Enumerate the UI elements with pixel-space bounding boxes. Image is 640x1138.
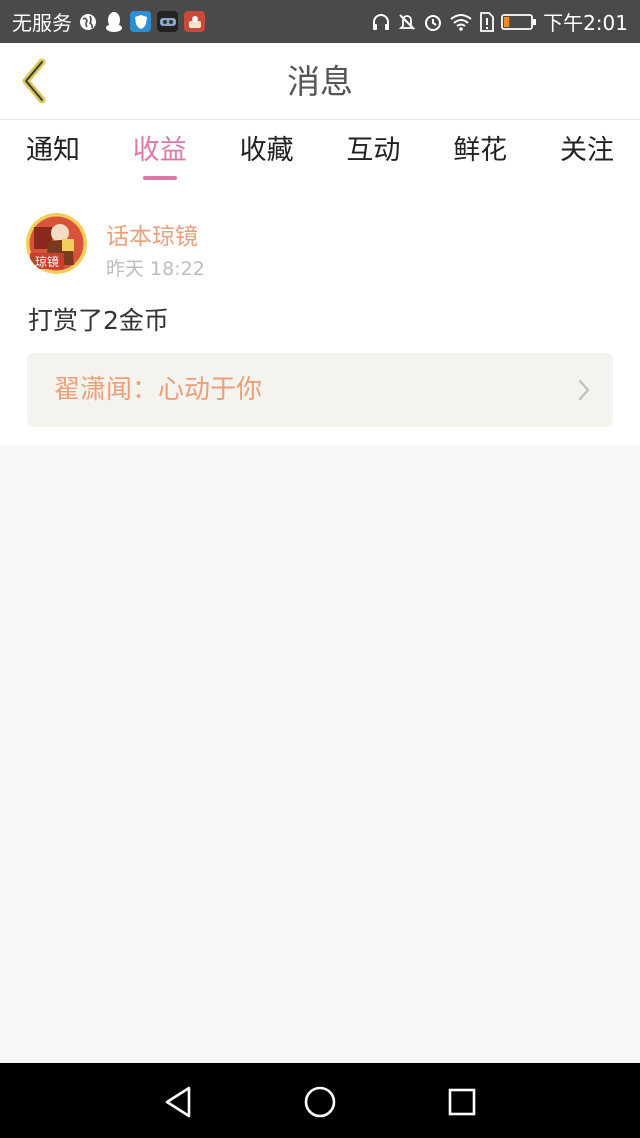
chevron-right-icon: [578, 379, 590, 401]
nav-home-button[interactable]: [300, 1082, 340, 1122]
header: 消息: [0, 43, 640, 120]
tab-flowers[interactable]: 鲜花: [453, 120, 507, 186]
navigation-bar: [0, 1063, 640, 1138]
tab-label: 收藏: [239, 135, 294, 166]
mute-icon: [397, 12, 417, 32]
headphones-icon: [371, 12, 391, 32]
clock-text: 下午2:01: [543, 11, 628, 35]
active-tab-indicator: [142, 176, 177, 180]
tab-label: 通知: [26, 135, 80, 166]
referenced-content-title: 翟潇闻：心动于你: [54, 375, 263, 405]
tab-favorites[interactable]: 收藏: [240, 120, 294, 186]
wifi-icon: [449, 13, 473, 31]
back-triangle-icon: [165, 1086, 191, 1118]
shield-app-icon: [130, 11, 151, 32]
globe-icon: [78, 12, 98, 32]
message-time: 昨天 18:22: [106, 258, 205, 280]
tab-label: 收益: [132, 135, 187, 166]
status-bar: 无服务 下午2:01: [0, 0, 640, 43]
cake-app-icon: [184, 11, 205, 32]
avatar-badge-text: 琼镜: [35, 254, 59, 269]
qq-penguin-icon: [104, 11, 124, 33]
alarm-icon: [423, 12, 443, 32]
recents-square-icon: [448, 1088, 476, 1116]
sim-alert-icon: [479, 11, 495, 32]
tab-label: 关注: [559, 135, 614, 166]
tab-label: 互动: [346, 135, 401, 166]
tab-follows[interactable]: 关注: [560, 120, 614, 186]
carrier-text: 无服务: [12, 11, 72, 35]
home-circle-icon: [304, 1086, 336, 1118]
page-title: 消息: [287, 62, 353, 101]
battery-icon: [501, 13, 537, 31]
tab-bar: 通知 收益 收藏 互动 鲜花 关注: [0, 120, 640, 186]
tab-label: 鲜花: [453, 135, 508, 166]
referenced-content-link[interactable]: 翟潇闻：心动于你: [27, 353, 613, 427]
avatar[interactable]: 琼镜: [26, 213, 87, 274]
tab-notifications[interactable]: 通知: [26, 120, 80, 186]
message-card: 琼镜 话本琼镜 昨天 18:22 打赏了2金币 翟潇闻：心动于你: [0, 186, 640, 445]
game-app-icon: [157, 11, 178, 32]
nav-recents-button[interactable]: [442, 1082, 482, 1122]
tab-earnings[interactable]: 收益: [133, 120, 187, 186]
sender-name[interactable]: 话本琼镜: [106, 217, 198, 251]
tab-interactions[interactable]: 互动: [346, 120, 400, 186]
nav-back-button[interactable]: [158, 1082, 198, 1122]
message-text: 打赏了2金币: [28, 306, 169, 335]
